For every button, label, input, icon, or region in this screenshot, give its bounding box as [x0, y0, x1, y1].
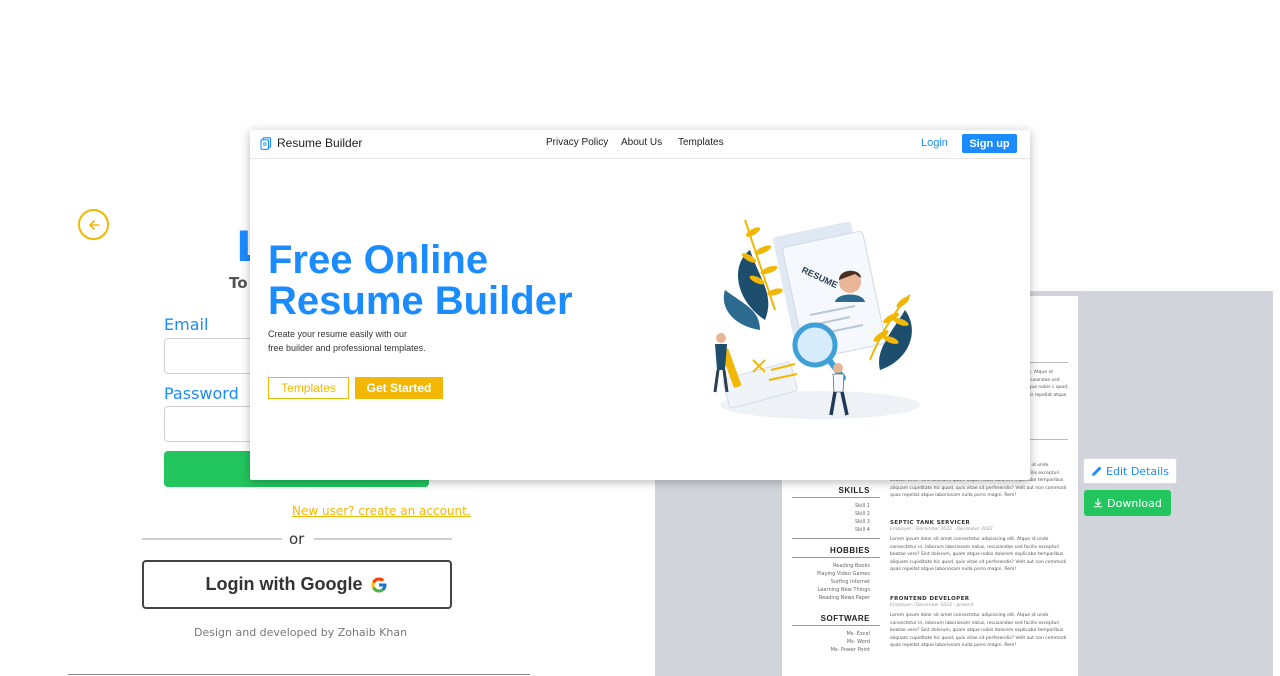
hobby-item: Reading Books	[833, 563, 870, 569]
resume-text: elit. Atque id recusandae sed atque nobi…	[1024, 370, 1069, 398]
hero-title-line: Free Online	[268, 238, 489, 282]
hero-title: Free Online Resume Builder	[268, 240, 573, 322]
resume-section-skills: SKILLS	[838, 486, 870, 495]
skill-item: Skill 1	[854, 503, 870, 509]
nav-about-us[interactable]: About Us	[621, 137, 662, 148]
hobby-item: Surfing Internet	[830, 579, 870, 585]
download-label: Download	[1107, 496, 1162, 510]
signup-button[interactable]: Sign up	[962, 134, 1017, 153]
skill-item: Skill 4	[854, 527, 870, 533]
footer-credit: Design and developed by Zohaib Khan	[194, 626, 408, 639]
landing-page-preview: Resume Builder Privacy Policy About Us T…	[250, 130, 1030, 480]
divider	[142, 538, 282, 540]
navbar: Resume Builder Privacy Policy About Us T…	[250, 130, 1030, 159]
document-icon	[260, 136, 272, 150]
pencil-icon	[1091, 466, 1102, 476]
edit-details-label: Edit Details	[1106, 464, 1169, 478]
hero-description: free builder and professional templates.	[268, 343, 426, 353]
templates-button[interactable]: Templates	[268, 377, 349, 399]
nav-login[interactable]: Login	[921, 137, 948, 149]
job-description: Lorem ipsum dolor sit amet consectetur a…	[890, 613, 1067, 649]
google-login-label: Login with Google	[205, 574, 363, 594]
hobby-item: Playing Video Games	[817, 571, 870, 577]
job-subtitle: Employer / December 2022 - present	[890, 603, 974, 608]
arrow-left-circle-icon	[88, 219, 100, 230]
back-button[interactable]	[78, 209, 109, 240]
job-title: SEPTIC TANK SERVICER	[890, 520, 971, 526]
job-subtitle: Employer / December 2022 - December 2022	[890, 527, 993, 532]
skill-item: Skill 2	[854, 511, 870, 517]
software-item: Ms- Excel	[846, 631, 870, 637]
brand-name: Resume Builder	[277, 136, 363, 150]
nav-templates[interactable]: Templates	[678, 137, 724, 148]
divider	[68, 674, 530, 675]
resume-section-hobbies: HOBBIES	[830, 546, 870, 555]
divider	[314, 538, 452, 540]
google-logo-icon	[371, 577, 387, 592]
resume-section-software: SOFTWARE	[820, 614, 870, 623]
software-item: Ms- Power Point	[830, 647, 870, 653]
hero-description: Create your resume easily with our	[268, 329, 408, 339]
software-item: Ms- Word	[846, 639, 870, 645]
divider	[792, 557, 880, 558]
password-label: Password	[164, 384, 239, 403]
brand-logo[interactable]: Resume Builder	[260, 136, 362, 150]
divider	[792, 497, 880, 498]
create-account-link[interactable]: New user? create an account.	[292, 504, 471, 518]
job-title: FRONTEND DEVELOPER	[890, 596, 970, 602]
hobby-item: Learning New Things	[817, 587, 870, 593]
email-label: Email	[164, 315, 209, 334]
hobby-item: Reading News Paper	[818, 595, 870, 601]
hero-title-line: Resume Builder	[268, 279, 573, 323]
google-login-button[interactable]: Login with Google	[142, 560, 452, 609]
resume-illustration: RESUME	[713, 219, 920, 419]
job-description: Lorem ipsum dolor sit amet consectetur a…	[890, 537, 1067, 573]
nav-privacy-policy[interactable]: Privacy Policy	[546, 137, 608, 148]
login-subheading: To	[229, 274, 248, 292]
download-icon	[1093, 498, 1103, 508]
or-separator: or	[289, 530, 305, 548]
divider	[792, 625, 880, 626]
skill-item: Skill 3	[854, 519, 870, 525]
edit-details-button[interactable]: Edit Details	[1083, 458, 1177, 484]
get-started-button[interactable]: Get Started	[355, 377, 443, 399]
download-button[interactable]: Download	[1084, 490, 1171, 516]
divider	[792, 538, 880, 539]
